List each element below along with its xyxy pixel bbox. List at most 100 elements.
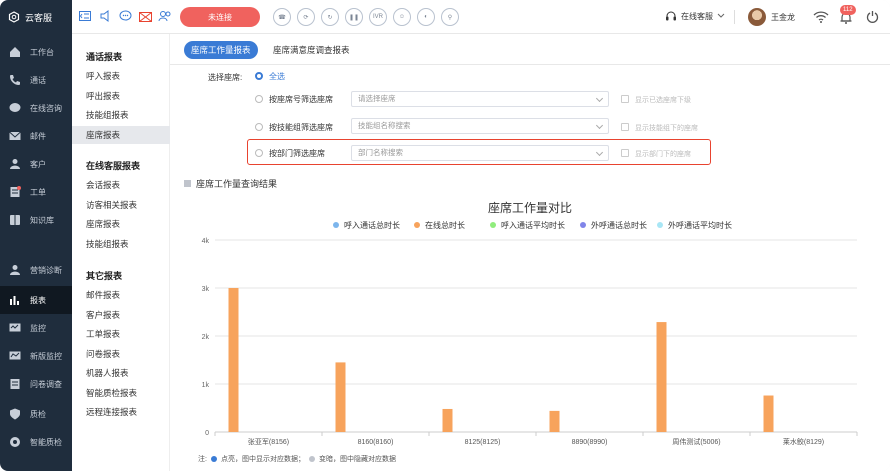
workload-chart: 座席工作量对比呼入通话总时长 在线总时长 呼入通话平均时长 外呼通话总时长 外呼通话平均… [202, 200, 858, 446]
submenu-item[interactable]: 机器人报表 [72, 364, 170, 382]
survey-icon [10, 379, 20, 389]
hangup-icon[interactable]: ☎ [273, 8, 291, 26]
legend-label[interactable]: 在线总时长 [425, 220, 465, 230]
submenu-item[interactable]: 技能组报表 [72, 106, 170, 124]
chart-footnote: 注: 点亮，图中显示对应数据； 变暗，图中隐藏对应数据 [198, 454, 396, 464]
legend-label[interactable]: 呼入通话总时长 [344, 220, 400, 230]
sidebar-item-quality[interactable]: 质检 [0, 400, 72, 428]
collapse-icon[interactable] [78, 9, 92, 23]
sidebar-item-label: 智能质检 [30, 437, 62, 447]
speaker-icon[interactable] [98, 9, 112, 23]
bar [549, 410, 560, 432]
legend-label[interactable]: 外呼通话总时长 [591, 220, 647, 230]
mute-icon[interactable]: ☺ [393, 8, 411, 26]
sidebar-item-book[interactable]: 知识库 [0, 206, 72, 234]
skill-group-select[interactable]: 技能组名称搜索 [351, 118, 609, 134]
submenu-item[interactable]: 座席报表 [72, 215, 170, 233]
radio-all[interactable] [255, 72, 263, 80]
legend-marker [657, 222, 663, 228]
sidebar-item-phone[interactable]: 通话 [0, 66, 72, 94]
submenu-item[interactable]: 邮件报表 [72, 286, 170, 304]
result-title: 座席工作量查询结果 [196, 179, 278, 189]
submenu-item[interactable]: 呼出报表 [72, 87, 170, 105]
sidebar-item-user[interactable]: 客户 [0, 150, 72, 178]
submenu-item[interactable]: 会话报表 [72, 176, 170, 194]
filter-row-label: 按技能组筛选座席 [269, 123, 333, 132]
sidebar-item-monitor[interactable]: 监控 [0, 314, 72, 342]
sidebar-item-home[interactable]: 工作台 [0, 38, 72, 66]
chat-icon [9, 103, 21, 112]
contacts-icon[interactable] [158, 9, 172, 23]
submenu-item[interactable]: 远程连接报表 [72, 403, 170, 421]
legend-label[interactable]: 呼入通话平均时长 [501, 220, 565, 230]
home-icon [10, 47, 20, 57]
tab-workload-report[interactable]: 座席工作量报表 [184, 41, 258, 59]
show-sub-agents-checkbox[interactable] [621, 95, 629, 103]
sidebar-item-mail[interactable]: 邮件 [0, 122, 72, 150]
sidebar-item-report[interactable]: 报表 [0, 286, 72, 314]
mail-icon [9, 131, 21, 140]
bar [763, 395, 774, 432]
checkbox-label: 显示技能组下的座席 [635, 125, 698, 132]
bar [228, 288, 239, 432]
submenu-item[interactable]: 客户报表 [72, 306, 170, 324]
power-icon[interactable] [866, 10, 879, 23]
avatar[interactable] [748, 8, 766, 26]
connect-button[interactable]: 未连接 [180, 7, 260, 27]
chart-title: 座席工作量对比 [488, 200, 572, 215]
pause-icon[interactable]: ❚❚ [345, 8, 363, 26]
sidebar-item-survey[interactable]: 问卷调查 [0, 370, 72, 398]
radio-all-label[interactable]: 全选 [269, 71, 285, 82]
chevron-down-icon [717, 13, 725, 18]
submenu-item[interactable]: 访客相关报表 [72, 196, 170, 214]
y-tick-label: 4k [202, 238, 210, 245]
submenu-item[interactable]: 问卷报表 [72, 345, 170, 363]
brand: 云客服 [0, 0, 72, 34]
filter-label: 选择座席: [208, 73, 243, 82]
consult-icon[interactable]: ◐ [417, 8, 435, 26]
user-name[interactable]: 王金龙 [771, 12, 795, 23]
sidebar-item-smart-quality[interactable]: 智能质检 [0, 428, 72, 456]
checkbox-label: 显示已选座席下级 [635, 97, 691, 104]
tab-satisfaction-report[interactable]: 座席满意度调查报表 [266, 41, 357, 59]
submenu-item[interactable]: 座席报表 [72, 125, 170, 144]
three-way-icon[interactable]: ⚲ [441, 8, 459, 26]
sidebar-item-label: 工单 [30, 187, 46, 197]
ivr-icon[interactable]: IVR [369, 8, 387, 26]
submenu-item[interactable]: 工单报表 [72, 325, 170, 343]
show-skill-group-agents-checkbox[interactable] [621, 123, 629, 131]
agent-select[interactable]: 请选择座席 [351, 91, 609, 107]
y-tick-label: 3k [202, 286, 210, 293]
y-tick-label: 2k [202, 334, 210, 341]
transfer-icon[interactable]: ↻ [321, 8, 339, 26]
radio-by-skill-group[interactable] [255, 123, 263, 131]
smart-quality-icon [10, 437, 20, 447]
submenu-item[interactable]: 技能组报表 [72, 235, 170, 253]
radio-by-agent[interactable] [255, 95, 263, 103]
sidebar-item-label: 在线咨询 [30, 103, 62, 113]
main-content: 座席工作量报表 座席满意度调查报表 选择座席: 全选 按座席号筛选座席 请选择座… [170, 34, 890, 471]
x-tick-label: 张亚军(8156) [248, 437, 289, 446]
filter-row-label: 按座席号筛选座席 [269, 95, 333, 104]
legend-marker [580, 222, 586, 228]
submenu-item[interactable]: 智能质检报表 [72, 384, 170, 402]
toolbar-icons [78, 9, 172, 23]
sidebar-item-marketing[interactable]: 营销诊断 [0, 256, 72, 284]
bar [656, 322, 667, 432]
new-monitor-icon [9, 351, 21, 360]
sidebar-item-label: 客户 [30, 159, 46, 169]
submenu-item[interactable]: 呼入报表 [72, 67, 170, 85]
sidebar-item-new-monitor[interactable]: 新版监控 [0, 342, 72, 370]
y-tick-label: 1k [202, 382, 210, 389]
sidebar-item-chat[interactable]: 在线咨询 [0, 94, 72, 122]
hold-icon[interactable]: ⟳ [297, 8, 315, 26]
ticket-icon [10, 186, 21, 197]
mail-off-icon[interactable] [138, 9, 152, 23]
legend-label[interactable]: 外呼通话平均时长 [668, 220, 732, 230]
lit-dot-icon [210, 456, 217, 462]
agent-status-dropdown[interactable]: 在线客服 [665, 10, 725, 22]
message-icon[interactable] [118, 9, 132, 23]
sidebar-item-ticket[interactable]: 工单 [0, 178, 72, 206]
app-name: 云客服 [25, 12, 53, 23]
marketing-icon [10, 265, 20, 275]
